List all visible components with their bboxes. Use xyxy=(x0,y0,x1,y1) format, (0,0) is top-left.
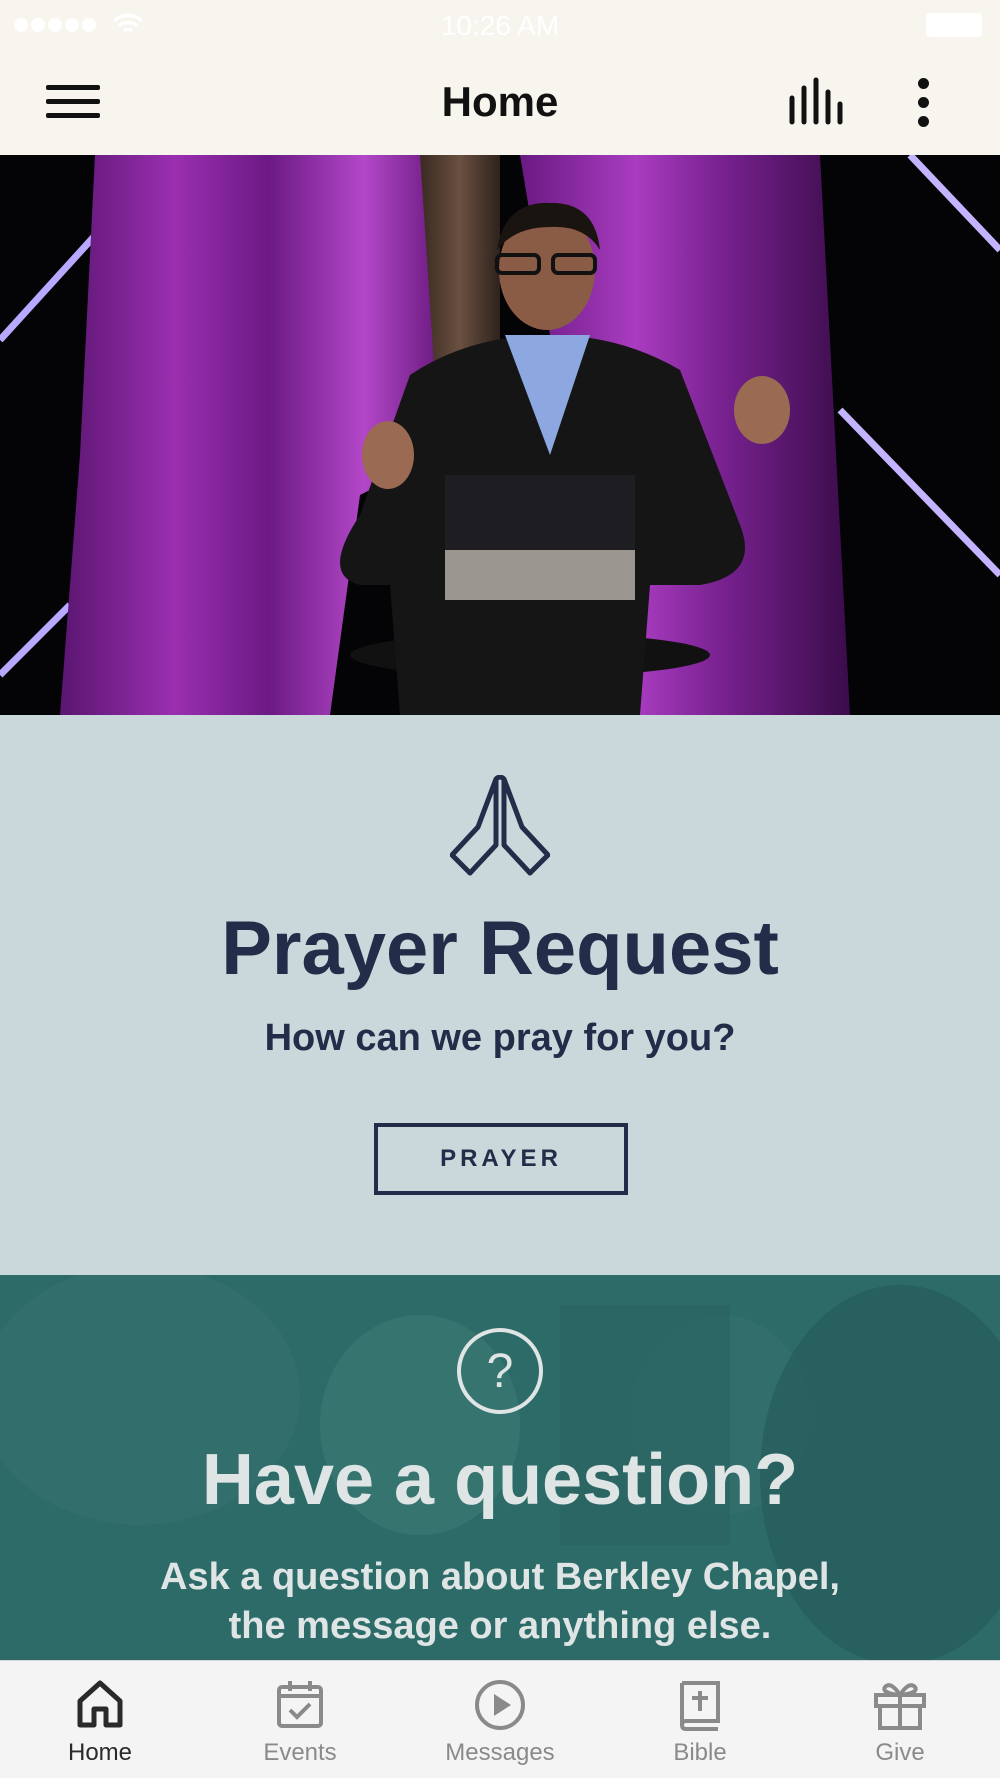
tab-home[interactable]: Home xyxy=(0,1661,200,1778)
more-options-button[interactable] xyxy=(900,74,948,132)
tab-events[interactable]: Events xyxy=(200,1661,400,1778)
question-subtitle-line1: Ask a question about Berkley Chapel, xyxy=(160,1556,840,1598)
status-bar: 10:26 AM xyxy=(0,0,1000,50)
tab-give[interactable]: Give xyxy=(800,1661,1000,1778)
question-subtitle: Ask a question about Berkley Chapel, the… xyxy=(0,1553,1000,1651)
svg-text:?: ? xyxy=(487,1345,514,1398)
tab-bible[interactable]: Bible xyxy=(600,1661,800,1778)
page-title: Home xyxy=(441,78,559,125)
praying-hands-icon xyxy=(450,775,550,876)
calendar-check-icon xyxy=(277,1681,323,1728)
status-time: 10:26 AM xyxy=(440,10,560,41)
menu-button[interactable] xyxy=(46,80,102,126)
question-circle-icon: ? xyxy=(457,1328,543,1414)
bottom-tab-bar: Home Events Messages Bible Give xyxy=(0,1660,1000,1778)
prayer-title: Prayer Request xyxy=(221,906,779,991)
question-section[interactable]: ? Have a question? Ask a question about … xyxy=(0,1275,1000,1660)
app-header: Home xyxy=(0,50,1000,155)
tab-bible-label: Bible xyxy=(673,1739,727,1766)
gift-icon xyxy=(874,1683,926,1730)
tab-events-label: Events xyxy=(263,1739,337,1766)
tab-give-label: Give xyxy=(875,1739,925,1766)
tab-home-label: Home xyxy=(67,1739,133,1766)
audio-icon[interactable] xyxy=(786,76,846,126)
prayer-request-section: Prayer Request How can we pray for you? … xyxy=(0,715,1000,1275)
question-title: Have a question? xyxy=(201,1440,799,1520)
bible-icon xyxy=(679,1681,720,1731)
tab-messages-label: Messages xyxy=(445,1739,555,1766)
play-circle-icon xyxy=(475,1680,525,1730)
prayer-button[interactable]: PRAYER xyxy=(374,1123,628,1195)
battery-icon xyxy=(926,13,982,37)
question-subtitle-line2: the message or anything else. xyxy=(228,1605,772,1647)
hero-sermon-image[interactable] xyxy=(0,155,1000,715)
home-icon xyxy=(77,1680,123,1728)
tab-messages[interactable]: Messages xyxy=(400,1661,600,1778)
prayer-subtitle: How can we pray for you? xyxy=(264,1017,736,1059)
